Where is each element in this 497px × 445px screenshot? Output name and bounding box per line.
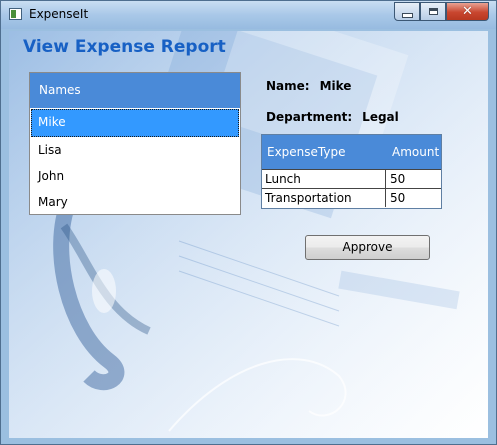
title-bar[interactable]: ExpenseIt ✕ — [1, 1, 496, 29]
close-button[interactable]: ✕ — [446, 2, 489, 21]
table-row[interactable]: Transportation 50 — [262, 188, 441, 207]
minimize-icon — [401, 12, 413, 18]
list-item-lisa[interactable]: Lisa — [30, 137, 240, 163]
department-label: Department: — [266, 110, 353, 124]
expense-table-header: ExpenseType Amount — [262, 135, 441, 169]
window-title: ExpenseIt — [29, 7, 89, 21]
page-title: View Expense Report — [23, 37, 226, 57]
close-icon: ✕ — [462, 4, 473, 19]
approve-button[interactable]: Approve — [305, 235, 430, 260]
client-area: View Expense Report Names Mike Lisa John… — [9, 31, 488, 438]
list-item-john[interactable]: John — [30, 163, 240, 189]
minimize-button[interactable] — [394, 2, 420, 21]
name-label: Name: — [266, 79, 310, 93]
name-field: Name: Mike — [266, 79, 351, 93]
column-header-amount[interactable]: Amount — [386, 145, 441, 159]
department-field: Department: Legal — [266, 110, 399, 124]
maximize-icon — [428, 8, 438, 15]
department-value: Legal — [362, 110, 399, 124]
list-item-mike[interactable]: Mike — [31, 109, 239, 137]
amount-cell: 50 — [390, 191, 406, 205]
app-icon — [9, 8, 22, 20]
table-row[interactable]: Lunch 50 — [262, 169, 441, 188]
expense-type-cell: Lunch — [262, 170, 386, 188]
list-item-mary[interactable]: Mary — [30, 189, 240, 215]
expense-type-cell: Transportation — [262, 189, 386, 207]
maximize-button[interactable] — [420, 2, 446, 21]
name-value: Mike — [319, 79, 352, 93]
names-listbox[interactable]: Names Mike Lisa John Mary — [29, 72, 241, 215]
expenseit-window: ExpenseIt ✕ View Expense Report Names Mi… — [0, 0, 497, 445]
expense-table: ExpenseType Amount Lunch 50 Transportati… — [261, 134, 442, 209]
column-header-expensetype[interactable]: ExpenseType — [262, 145, 386, 159]
amount-cell: 50 — [390, 172, 406, 186]
names-header: Names — [30, 73, 240, 108]
